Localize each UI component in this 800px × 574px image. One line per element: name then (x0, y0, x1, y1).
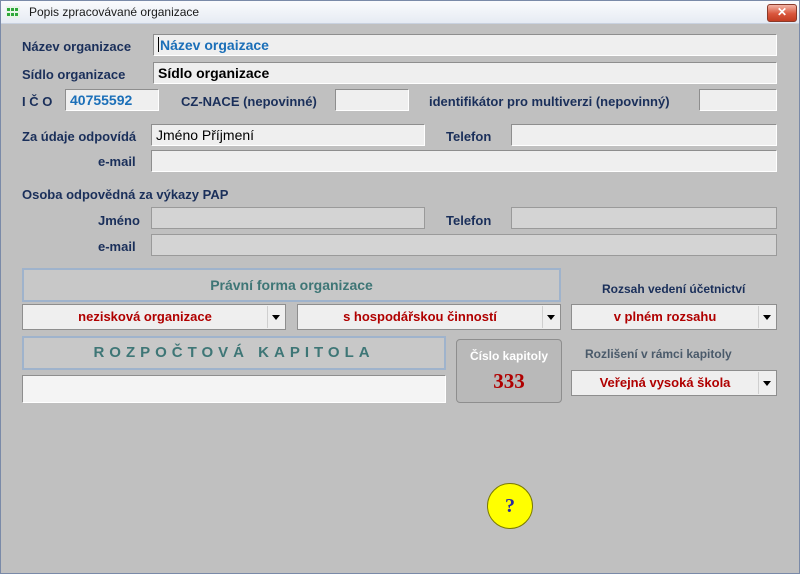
cislo-kapitoly-box: Číslo kapitoly 333 (456, 339, 562, 403)
title-bar: Popis zpracovávané organizace ✕ (1, 1, 799, 24)
telefon-field[interactable] (511, 124, 777, 146)
main-window: Popis zpracovávané organizace ✕ Název or… (0, 0, 800, 574)
identifikator-field[interactable] (699, 89, 777, 111)
chevron-down-icon[interactable] (758, 306, 775, 328)
email-field[interactable] (151, 150, 777, 172)
help-button[interactable]: ? (487, 483, 533, 529)
identifikator-label: identifikátor pro multiverzi (nepovinný) (429, 94, 670, 109)
pravni-forma-select-2[interactable]: s hospodářskou činností (297, 304, 561, 330)
zaudaje-label: Za údaje odpovídá (22, 129, 137, 144)
email-label: e-mail (98, 154, 136, 169)
nazev-label: Název organizace (22, 39, 132, 54)
pap-email-label: e-mail (98, 239, 136, 254)
pravni-forma-header: Právní forma organizace (22, 268, 561, 302)
chevron-down-icon[interactable] (542, 306, 559, 328)
cislo-kapitoly-label: Číslo kapitoly (469, 349, 549, 363)
window-title: Popis zpracovávané organizace (29, 5, 200, 19)
pravni-forma-select-1-value: nezisková organizace (78, 309, 212, 324)
ico-value: 40755592 (70, 92, 133, 108)
nazev-value: Název orgaizace (160, 37, 269, 53)
telefon-label: Telefon (446, 129, 492, 144)
chevron-down-icon[interactable] (267, 306, 284, 328)
zaudaje-field[interactable]: Jméno Příjmení (151, 124, 425, 146)
ucetnictvi-select[interactable]: v plném rozsahu (571, 304, 777, 330)
ucetnictvi-select-value: v plném rozsahu (613, 309, 717, 324)
pap-telefon-label: Telefon (446, 213, 492, 228)
rozpoctova-kapitola-field[interactable] (22, 375, 446, 403)
close-icon: ✕ (776, 5, 788, 19)
ico-label: I Č O (22, 94, 53, 109)
pap-jmeno-label: Jméno (98, 213, 140, 228)
rozliseni-select[interactable]: Veřejná vysoká škola (571, 370, 777, 396)
zaudaje-value: Jméno Příjmení (156, 127, 255, 143)
ucetnictvi-label: Rozsah vedení účetnictví (602, 282, 746, 296)
pravni-forma-title: Právní forma organizace (210, 277, 373, 293)
sidlo-value: Sídlo organizace (158, 65, 270, 81)
rozpoctova-kapitola-header: ROZPOČTOVÁ KAPITOLA (22, 336, 446, 370)
rozliseni-label: Rozlišení v rámci kapitoly (585, 347, 732, 361)
text-cursor (158, 37, 159, 52)
cznace-label: CZ-NACE (nepovinné) (181, 94, 317, 109)
pap-email-field[interactable] (151, 234, 777, 256)
pravni-forma-select-1[interactable]: nezisková organizace (22, 304, 286, 330)
pap-jmeno-field[interactable] (151, 207, 425, 229)
ico-field[interactable]: 40755592 (65, 89, 159, 111)
nazev-field[interactable]: Název orgaizace (153, 34, 777, 56)
chevron-down-icon[interactable] (758, 372, 775, 394)
cislo-kapitoly-value: 333 (493, 369, 525, 393)
help-icon: ? (505, 495, 515, 517)
rozpoctova-kapitola-title: ROZPOČTOVÁ KAPITOLA (93, 344, 375, 361)
sidlo-label: Sídlo organizace (22, 67, 126, 82)
pap-section-label: Osoba odpovědná za výkazy PAP (22, 187, 229, 202)
sidlo-field[interactable]: Sídlo organizace (153, 62, 777, 84)
pravni-forma-select-2-value: s hospodářskou činností (343, 309, 497, 324)
close-button[interactable]: ✕ (767, 4, 797, 22)
cznace-field[interactable] (335, 89, 409, 111)
pap-telefon-field[interactable] (511, 207, 777, 229)
rozliseni-select-value: Veřejná vysoká škola (599, 375, 731, 390)
app-icon (6, 6, 20, 18)
